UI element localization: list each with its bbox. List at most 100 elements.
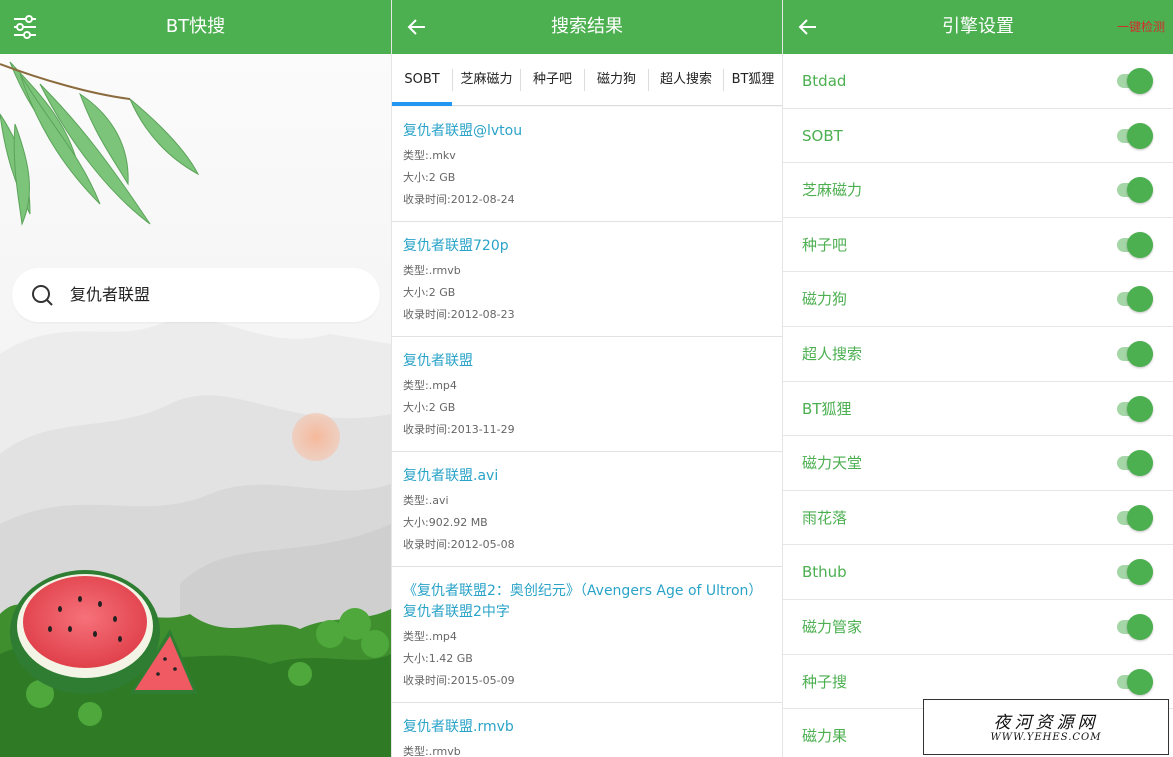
engine-name: 磁力狗: [802, 290, 848, 309]
toggle-knob: [1127, 177, 1153, 204]
result-item[interactable]: 复仇者联盟.avi 类型:.avi 大小:902.92 MB 收录时间:2012…: [392, 452, 782, 567]
result-item[interactable]: 复仇者联盟720p 类型:.rmvb 大小:2 GB 收录时间:2012-08-…: [392, 222, 782, 337]
result-type: 类型:.mkv: [403, 149, 456, 162]
toggle-knob: [1127, 286, 1153, 313]
engine-toggle[interactable]: [1117, 286, 1153, 313]
result-title[interactable]: 复仇者联盟@lvtou: [403, 121, 770, 142]
results-list: 复仇者联盟@lvtou 类型:.mkv 大小:2 GB 收录时间:2012-08…: [392, 107, 782, 757]
engine-list: Btdad SOBT 芝麻磁力种子吧磁力狗超人搜索 BT狐狸磁力天堂雨花落 Bthub 磁…: [783, 54, 1173, 757]
tab-chaoren[interactable]: 超人搜索: [649, 54, 723, 106]
engine-name: 磁力管家: [802, 617, 863, 636]
engine-name: 超人搜索: [802, 344, 863, 363]
engine-name: BT狐狸: [802, 399, 852, 418]
engine-row: 超人搜索: [783, 326, 1173, 382]
result-item[interactable]: 《复仇者联盟2：奥创纪元》（Avengers Age of Ultron）复仇者…: [392, 567, 782, 703]
engine-toggle[interactable]: [1117, 613, 1153, 640]
home-screen: BT快搜 复仇者联盟: [0, 0, 391, 757]
engine-toggle[interactable]: [1117, 559, 1153, 586]
engine-row: 磁力管家: [783, 599, 1173, 655]
engine-toggle[interactable]: [1117, 395, 1153, 422]
engine-toggle[interactable]: [1117, 122, 1153, 149]
toggle-knob: [1127, 450, 1153, 477]
result-time: 收录时间:2013-11-29: [403, 423, 515, 436]
result-title[interactable]: 复仇者联盟.rmvb: [403, 717, 770, 738]
engine-name: SOBT: [802, 126, 843, 145]
engine-toggle[interactable]: [1117, 68, 1153, 94]
search-icon: [32, 285, 53, 306]
tab-bthuli[interactable]: BT狐狸: [724, 54, 782, 106]
result-title[interactable]: 复仇者联盟: [403, 351, 770, 372]
engine-row: 磁力天堂: [783, 436, 1173, 491]
engine-toggle[interactable]: [1117, 177, 1153, 204]
check-all-button[interactable]: 一键检测: [1117, 0, 1165, 54]
engine-row: Btdad: [783, 54, 1173, 109]
toggle-knob: [1127, 395, 1153, 422]
engine-toggle[interactable]: [1117, 340, 1153, 367]
results-top-bar: 搜索结果: [392, 0, 782, 54]
result-title[interactable]: 《复仇者联盟2：奥创纪元》（Avengers Age of Ultron）复仇者…: [403, 581, 770, 623]
engine-toggle[interactable]: [1117, 450, 1153, 477]
engine-toggle[interactable]: [1117, 504, 1153, 531]
result-size: 大小:2 GB: [403, 401, 456, 414]
result-size: 大小:2 GB: [403, 286, 456, 299]
search-input[interactable]: 复仇者联盟: [12, 268, 380, 322]
background-scene: [0, 54, 391, 757]
engine-name: 磁力天堂: [802, 454, 863, 473]
engine-row: 雨花落: [783, 490, 1173, 546]
engine-toggle[interactable]: [1117, 231, 1153, 258]
engine-name: 种子搜: [802, 672, 848, 691]
engine-row: Bthub: [783, 545, 1173, 600]
result-time: 收录时间:2012-08-23: [403, 308, 515, 321]
toggle-knob: [1127, 559, 1153, 586]
engine-tabs: SOBT 芝麻磁力 种子吧 磁力狗 超人搜索 BT狐狸: [392, 54, 782, 106]
engine-name: 种子吧: [802, 235, 848, 254]
settings-top-bar: 引擎设置 一键检测: [783, 0, 1173, 54]
result-title[interactable]: 复仇者联盟720p: [403, 236, 770, 257]
toggle-knob: [1127, 122, 1153, 149]
result-time: 收录时间:2012-05-08: [403, 538, 515, 551]
result-size: 大小:902.92 MB: [403, 516, 488, 529]
engine-name: 磁力果: [802, 727, 848, 746]
search-results-screen: 搜索结果 SOBT 芝麻磁力 种子吧 磁力狗 超人搜索 BT狐狸 复仇者联盟@l…: [391, 0, 782, 757]
result-item[interactable]: 复仇者联盟@lvtou 类型:.mkv 大小:2 GB 收录时间:2012-08…: [392, 107, 782, 222]
engine-name: 芝麻磁力: [802, 181, 863, 200]
toggle-knob: [1127, 68, 1153, 94]
result-size: 大小:2 GB: [403, 171, 456, 184]
result-type: 类型:.mp4: [403, 630, 457, 643]
watermark-url: WWW.YEHES.COM: [990, 732, 1102, 743]
toggle-knob: [1127, 340, 1153, 367]
result-type: 类型:.rmvb: [403, 264, 461, 277]
result-time: 收录时间:2015-05-09: [403, 674, 515, 687]
tab-zhongziba[interactable]: 种子吧: [521, 54, 584, 106]
engine-row: BT狐狸: [783, 381, 1173, 437]
tab-zhima[interactable]: 芝麻磁力: [453, 54, 520, 106]
result-type: 类型:.rmvb: [403, 745, 461, 757]
toggle-knob: [1127, 504, 1153, 531]
result-type: 类型:.avi: [403, 494, 449, 507]
engine-row: 芝麻磁力: [783, 163, 1173, 218]
toggle-knob: [1127, 613, 1153, 640]
engine-name: Btdad: [802, 72, 847, 90]
engine-row: 种子吧: [783, 217, 1173, 273]
engine-row: 磁力狗: [783, 272, 1173, 327]
watermark-title: 夜河资源网: [993, 713, 1099, 733]
result-item[interactable]: 复仇者联盟 类型:.mp4 大小:2 GB 收录时间:2013-11-29: [392, 337, 782, 452]
engine-name: 雨花落: [802, 508, 848, 527]
engine-name: Bthub: [802, 563, 847, 582]
settings-title: 引擎设置: [942, 16, 1014, 37]
result-time: 收录时间:2012-08-24: [403, 193, 515, 206]
tab-ciligou[interactable]: 磁力狗: [585, 54, 648, 106]
engine-row: SOBT: [783, 108, 1173, 164]
results-title: 搜索结果: [551, 16, 623, 37]
toggle-knob: [1127, 668, 1153, 695]
result-type: 类型:.mp4: [403, 379, 457, 392]
result-item[interactable]: 复仇者联盟.rmvb 类型:.rmvb: [392, 703, 782, 757]
engine-settings-screen: 引擎设置 一键检测 Btdad SOBT 芝麻磁力种子吧磁力狗超人搜索 BT狐狸磁力天…: [782, 0, 1173, 757]
tab-sobt[interactable]: SOBT: [392, 54, 452, 106]
engine-toggle[interactable]: [1117, 668, 1153, 695]
result-size: 大小:1.42 GB: [403, 652, 473, 665]
home-top-bar: BT快搜: [0, 0, 391, 54]
result-title[interactable]: 复仇者联盟.avi: [403, 466, 770, 487]
toggle-knob: [1127, 231, 1153, 258]
app-title: BT快搜: [165, 16, 226, 37]
